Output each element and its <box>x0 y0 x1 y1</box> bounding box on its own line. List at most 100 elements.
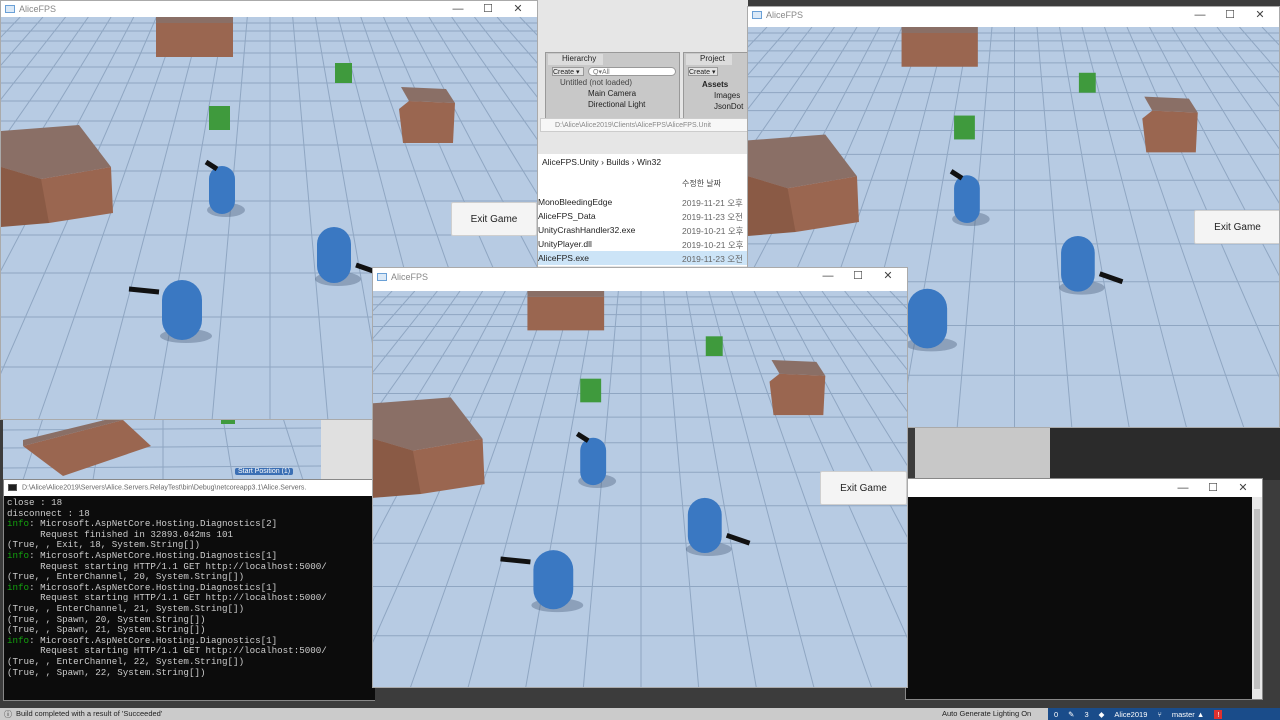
crate <box>527 291 605 331</box>
repo-icon: ◆ <box>1098 709 1105 719</box>
maximize-button[interactable]: ☐ <box>1215 7 1245 23</box>
file-row[interactable]: UnityPlayer.dll 2019-10-21 오후 <box>538 237 748 251</box>
scrollbar[interactable] <box>1252 497 1262 699</box>
green-cube <box>705 336 723 357</box>
file-date: 2019-11-23 오전 <box>682 254 743 264</box>
console-line: (True, , EnterChannel, 22, System.String… <box>7 655 245 667</box>
crate <box>769 359 826 416</box>
green-cube <box>580 378 602 403</box>
file-name: AliceFPS.exe <box>538 253 590 263</box>
maximize-button[interactable]: ☐ <box>843 268 873 286</box>
project-name[interactable]: Alice2019 <box>1114 710 1147 719</box>
file-name: UnityPlayer.dll <box>538 239 592 249</box>
close-button[interactable]: ✕ <box>873 268 903 286</box>
close-button[interactable]: ✕ <box>1228 479 1258 497</box>
app-icon <box>377 273 387 281</box>
console-window: D:\Alice\Alice2019\Servers\Alice.Servers… <box>3 479 375 701</box>
file-name: UnityCrashHandler32.exe <box>538 225 636 235</box>
green-cube <box>954 115 975 140</box>
crate <box>156 17 233 57</box>
hierarchy-tab[interactable]: Hierarchy <box>548 54 603 65</box>
crate <box>399 87 455 143</box>
console-line: info: Microsoft.AspNetCore.Hosting.Diagn… <box>7 549 278 561</box>
minimize-button[interactable]: — <box>1168 479 1198 497</box>
title-bar: AliceFPS — ☐ ✕ <box>1 1 537 17</box>
exit-game-button[interactable]: Exit Game <box>451 202 537 236</box>
console-title-bar: — ☐ ✕ <box>906 479 1262 497</box>
console-line: close : 18 <box>7 498 63 508</box>
file-row[interactable]: AliceFPS_Data 2019-11-23 오전 <box>538 209 748 223</box>
console-info-prefix: info <box>7 581 30 593</box>
hierarchy-panel: Hierarchy Create ▾ Q▾All Untitled (not l… <box>545 52 680 120</box>
lighting-status-text[interactable]: Auto Generate Lighting On <box>942 709 1031 718</box>
branch-name[interactable]: master ▲ <box>1172 710 1204 719</box>
exit-game-button[interactable]: Exit Game <box>1194 210 1279 244</box>
project-tab[interactable]: Project <box>686 54 732 65</box>
console-info-prefix: info <box>7 518 30 530</box>
minimize-button[interactable]: — <box>1185 7 1215 23</box>
project-create-button[interactable]: Create ▾ <box>688 67 718 76</box>
hierarchy-item-main-camera[interactable]: Main Camera <box>588 89 636 98</box>
console-info-prefix: info <box>7 634 30 646</box>
hierarchy-item-directional-light[interactable]: Directional Light <box>588 100 645 109</box>
minimize-button[interactable]: — <box>443 1 473 17</box>
maximize-button[interactable]: ☐ <box>473 1 503 17</box>
green-cube <box>1078 72 1096 93</box>
info-icon: ⓘ <box>4 710 12 719</box>
file-date: 2019-11-23 오전 <box>682 212 743 222</box>
crate <box>901 27 978 67</box>
exit-game-button[interactable]: Exit Game <box>820 471 907 505</box>
explorer-address-bar[interactable]: D:\Alice\Alice2019\Clients\AliceFPS\Alic… <box>540 118 748 132</box>
app-icon <box>5 5 15 13</box>
project-panel: Project Create ▾ Assets Images JsonDot <box>683 52 748 120</box>
folder-jsondot[interactable]: JsonDot <box>714 102 743 111</box>
breadcrumb: AliceFPS.Unity › Builds › Win32 <box>542 157 661 167</box>
title-bar: AliceFPS — ☐ ✕ <box>373 268 907 286</box>
close-button[interactable]: ✕ <box>1245 7 1275 23</box>
window-title: AliceFPS <box>391 272 429 282</box>
scene-view: Start Position (1) <box>3 418 321 480</box>
file-row[interactable]: UnityCrashHandler32.exe 2019-10-21 오후 <box>538 223 748 237</box>
notification-icon[interactable]: ! <box>1214 709 1223 719</box>
console-line: (True, , Spawn, 22, System.String[]) <box>7 666 206 678</box>
window-title: AliceFPS <box>766 10 804 20</box>
scene-gray-panel <box>915 425 1050 480</box>
crate <box>1142 96 1198 153</box>
console-title: D:\Alice\Alice2019\Servers\Alice.Servers… <box>21 484 307 492</box>
minimize-button[interactable]: — <box>813 268 843 286</box>
change-count[interactable]: 3 <box>1084 710 1088 719</box>
app-icon <box>752 11 762 19</box>
file-name: AliceFPS_Data <box>538 211 596 221</box>
breadcrumb-item[interactable]: Win32 <box>637 157 661 167</box>
console-line: (True, , EnterChannel, 21, System.String… <box>7 602 245 614</box>
build-status-text[interactable]: Build completed with a result of 'Succee… <box>16 709 162 718</box>
date-column-header[interactable]: 수정한 날짜 <box>682 178 721 189</box>
hierarchy-create-button[interactable]: Create ▾ <box>552 67 584 76</box>
console-info-prefix: info <box>7 549 30 561</box>
file-date: 2019-10-21 오후 <box>682 240 744 250</box>
file-row[interactable]: AliceFPS.exe 2019-11-23 오전 <box>538 251 748 265</box>
console-output[interactable]: close : 18 disconnect : 18 info: Microsoft… <box>7 498 375 700</box>
green-cube <box>335 63 352 83</box>
folder-images[interactable]: Images <box>714 91 740 100</box>
console-title-bar: D:\Alice\Alice2019\Servers\Alice.Servers… <box>4 480 374 496</box>
green-cube <box>209 106 230 130</box>
file-row[interactable]: MonoBleedingEdge 2019-11-21 오후 <box>538 195 748 209</box>
breadcrumb-item[interactable]: AliceFPS.Unity <box>542 157 599 167</box>
file-name: MonoBleedingEdge <box>538 197 613 207</box>
breadcrumb-item[interactable]: Builds <box>606 157 629 167</box>
scene-side-gap <box>321 418 373 480</box>
start-position-label: Start Position (1) <box>235 468 294 475</box>
error-count[interactable]: 0 <box>1054 710 1058 719</box>
title-bar: AliceFPS — ☐ ✕ <box>748 7 1279 23</box>
hierarchy-search-input[interactable]: Q▾All <box>588 67 676 76</box>
scrollbar-thumb[interactable] <box>1254 509 1260 689</box>
console-window-2: — ☐ ✕ <box>905 478 1263 700</box>
taskbar: 0 ✎ 3 ◆ Alice2019 ⑂ master ▲ ! <box>1048 708 1280 720</box>
file-explorer: AliceFPS.Unity › Builds › Win32 수정한 날짜 M… <box>538 154 748 266</box>
file-date: 2019-11-21 오후 <box>682 198 743 208</box>
maximize-button[interactable]: ☐ <box>1198 479 1228 497</box>
assets-folder[interactable]: Assets <box>702 80 728 89</box>
scene-item[interactable]: Untitled (not loaded) <box>560 78 632 87</box>
close-button[interactable]: ✕ <box>503 1 533 17</box>
